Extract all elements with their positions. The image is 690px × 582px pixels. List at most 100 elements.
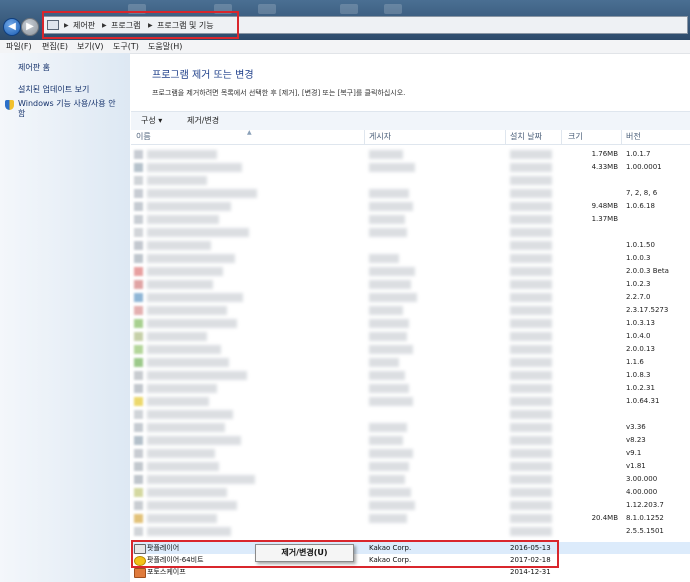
table-row[interactable]: 2.0.0.3 Beta: [131, 265, 690, 277]
table-row[interactable]: 1.0.64.31: [131, 395, 690, 407]
sidebar-link-installed-updates[interactable]: 설치된 업데이트 보기: [18, 85, 89, 95]
program-icon: [134, 358, 143, 367]
redacted-program-name: [147, 423, 225, 432]
program-icon: [134, 475, 143, 484]
redacted-publisher: [369, 215, 405, 224]
menu-view[interactable]: 보기(V): [77, 40, 103, 53]
program-publisher: Kakao Corp.: [369, 544, 412, 552]
program-version: v1.81: [626, 462, 646, 470]
table-row[interactable]: 4.00.000: [131, 486, 690, 498]
program-icon: [134, 176, 143, 185]
menu-tools[interactable]: 도구(T): [113, 40, 139, 53]
program-version: 1.00.0001: [626, 163, 662, 171]
program-icon: [134, 501, 143, 510]
table-row[interactable]: 9.48MB 1.0.6.18: [131, 200, 690, 212]
redacted-install-date: [510, 254, 552, 263]
column-header-version[interactable]: 버전: [626, 130, 641, 144]
table-row[interactable]: 1.0.2.31: [131, 382, 690, 394]
program-icon: [134, 436, 143, 445]
table-row[interactable]: 2.5.5.1501: [131, 525, 690, 537]
program-size: 1.37MB: [591, 215, 618, 223]
program-version: 1.0.0.3: [626, 254, 651, 262]
table-row[interactable]: 7, 2, 8, 6: [131, 187, 690, 199]
table-row[interactable]: 3.00.000: [131, 473, 690, 485]
sidebar-link-windows-features[interactable]: Windows 기능 사용/사용 안: [18, 99, 116, 109]
forward-button[interactable]: ▶: [21, 18, 39, 36]
breadcrumb-programs-and-features[interactable]: 프로그램 및 기능: [157, 18, 214, 33]
program-version: 2.3.17.5273: [626, 306, 669, 314]
program-version: 1.0.2.31: [626, 384, 655, 392]
chevron-right-icon[interactable]: ▶: [102, 18, 107, 33]
redacted-install-date: [510, 163, 552, 172]
redacted-publisher: [369, 306, 403, 315]
table-row-potplayer-64bit[interactable]: 팟플레이어-64비트 Kakao Corp. 2017-02-18: [131, 554, 690, 566]
address-bar[interactable]: ▶ 제어판 ▶ 프로그램 ▶ 프로그램 및 기능: [42, 16, 688, 34]
program-version: v3.36: [626, 423, 646, 431]
table-row[interactable]: 1.0.0.3: [131, 252, 690, 264]
table-row[interactable]: 1.0.2.3: [131, 278, 690, 290]
redacted-program-name: [147, 449, 215, 458]
menu-edit[interactable]: 편집(E): [42, 40, 68, 53]
column-divider[interactable]: [561, 130, 562, 144]
redacted-program-name: [147, 306, 227, 315]
program-name: 포토스케이프: [147, 568, 186, 576]
column-divider[interactable]: [621, 130, 622, 144]
program-icon: [134, 319, 143, 328]
redacted-publisher: [369, 254, 399, 263]
breadcrumb-control-panel[interactable]: 제어판: [73, 18, 95, 33]
program-list[interactable]: 1.76MB 1.0.1.7 4.33MB 1.00.0001 7, 2, 8, 6 9.…: [131, 145, 690, 537]
table-row-photoscape[interactable]: 포토스케이프 2014-12-31: [131, 566, 690, 578]
table-row[interactable]: 1.76MB 1.0.1.7: [131, 148, 690, 160]
redacted-program-name: [147, 488, 227, 497]
redacted-install-date: [510, 423, 552, 432]
organize-button[interactable]: 구성 ▾: [141, 112, 162, 130]
table-row[interactable]: 2.0.0.13: [131, 343, 690, 355]
table-row[interactable]: 20.4MB 8.1.0.1252: [131, 512, 690, 524]
menu-file[interactable]: 파일(F): [6, 40, 32, 53]
table-row-potplayer[interactable]: 팟플레이어 Kakao Corp. 2016-05-13: [131, 542, 690, 554]
redacted-publisher: [369, 384, 409, 393]
table-row[interactable]: [131, 408, 690, 420]
table-row[interactable]: 1.0.4.0: [131, 330, 690, 342]
program-version: v8.23: [626, 436, 646, 444]
table-row[interactable]: v1.81: [131, 460, 690, 472]
program-icon: [134, 254, 143, 263]
column-header-installed-on[interactable]: 설치 날짜: [510, 130, 542, 144]
menu-help[interactable]: 도움말(H): [148, 40, 182, 53]
chevron-right-icon[interactable]: ▶: [148, 18, 153, 33]
column-divider[interactable]: [505, 130, 506, 144]
context-menu-uninstall-change[interactable]: 제거/변경(U): [256, 545, 353, 561]
sidebar-link-windows-features-continued[interactable]: 함: [18, 109, 25, 119]
program-version: 1.0.1.50: [626, 241, 655, 249]
program-version: v9.1: [626, 449, 642, 457]
table-row[interactable]: 1.0.1.50: [131, 239, 690, 251]
table-row[interactable]: v3.36: [131, 421, 690, 433]
table-row[interactable]: [131, 174, 690, 186]
column-header-name[interactable]: 이름: [136, 130, 151, 144]
redacted-install-date: [510, 345, 552, 354]
table-row[interactable]: v8.23: [131, 434, 690, 446]
table-row[interactable]: 1.0.8.3: [131, 369, 690, 381]
table-row[interactable]: 1.0.3.13: [131, 317, 690, 329]
table-row[interactable]: 2.3.17.5273: [131, 304, 690, 316]
redacted-program-name: [147, 397, 209, 406]
program-name: 팟플레이어: [147, 544, 180, 552]
column-header-size[interactable]: 크기: [568, 130, 583, 144]
back-button[interactable]: ◀: [3, 18, 21, 36]
redacted-program-name: [147, 332, 207, 341]
program-version: 1.0.64.31: [626, 397, 660, 405]
table-row[interactable]: [131, 226, 690, 238]
table-row[interactable]: 2.2.7.0: [131, 291, 690, 303]
table-row[interactable]: 4.33MB 1.00.0001: [131, 161, 690, 173]
column-header-publisher[interactable]: 게시자: [369, 130, 391, 144]
sidebar-link-control-panel-home[interactable]: 제어판 홈: [18, 63, 50, 73]
program-install-date: 2014-12-31: [510, 568, 551, 576]
table-row[interactable]: v9.1: [131, 447, 690, 459]
redacted-publisher: [369, 397, 413, 406]
table-row[interactable]: 1.1.6: [131, 356, 690, 368]
column-divider[interactable]: [364, 130, 365, 144]
uninstall-change-button[interactable]: 제거/변경: [187, 112, 219, 130]
table-row[interactable]: 1.37MB: [131, 213, 690, 225]
breadcrumb-programs[interactable]: 프로그램: [111, 18, 140, 33]
table-row[interactable]: 1.12.203.7: [131, 499, 690, 511]
